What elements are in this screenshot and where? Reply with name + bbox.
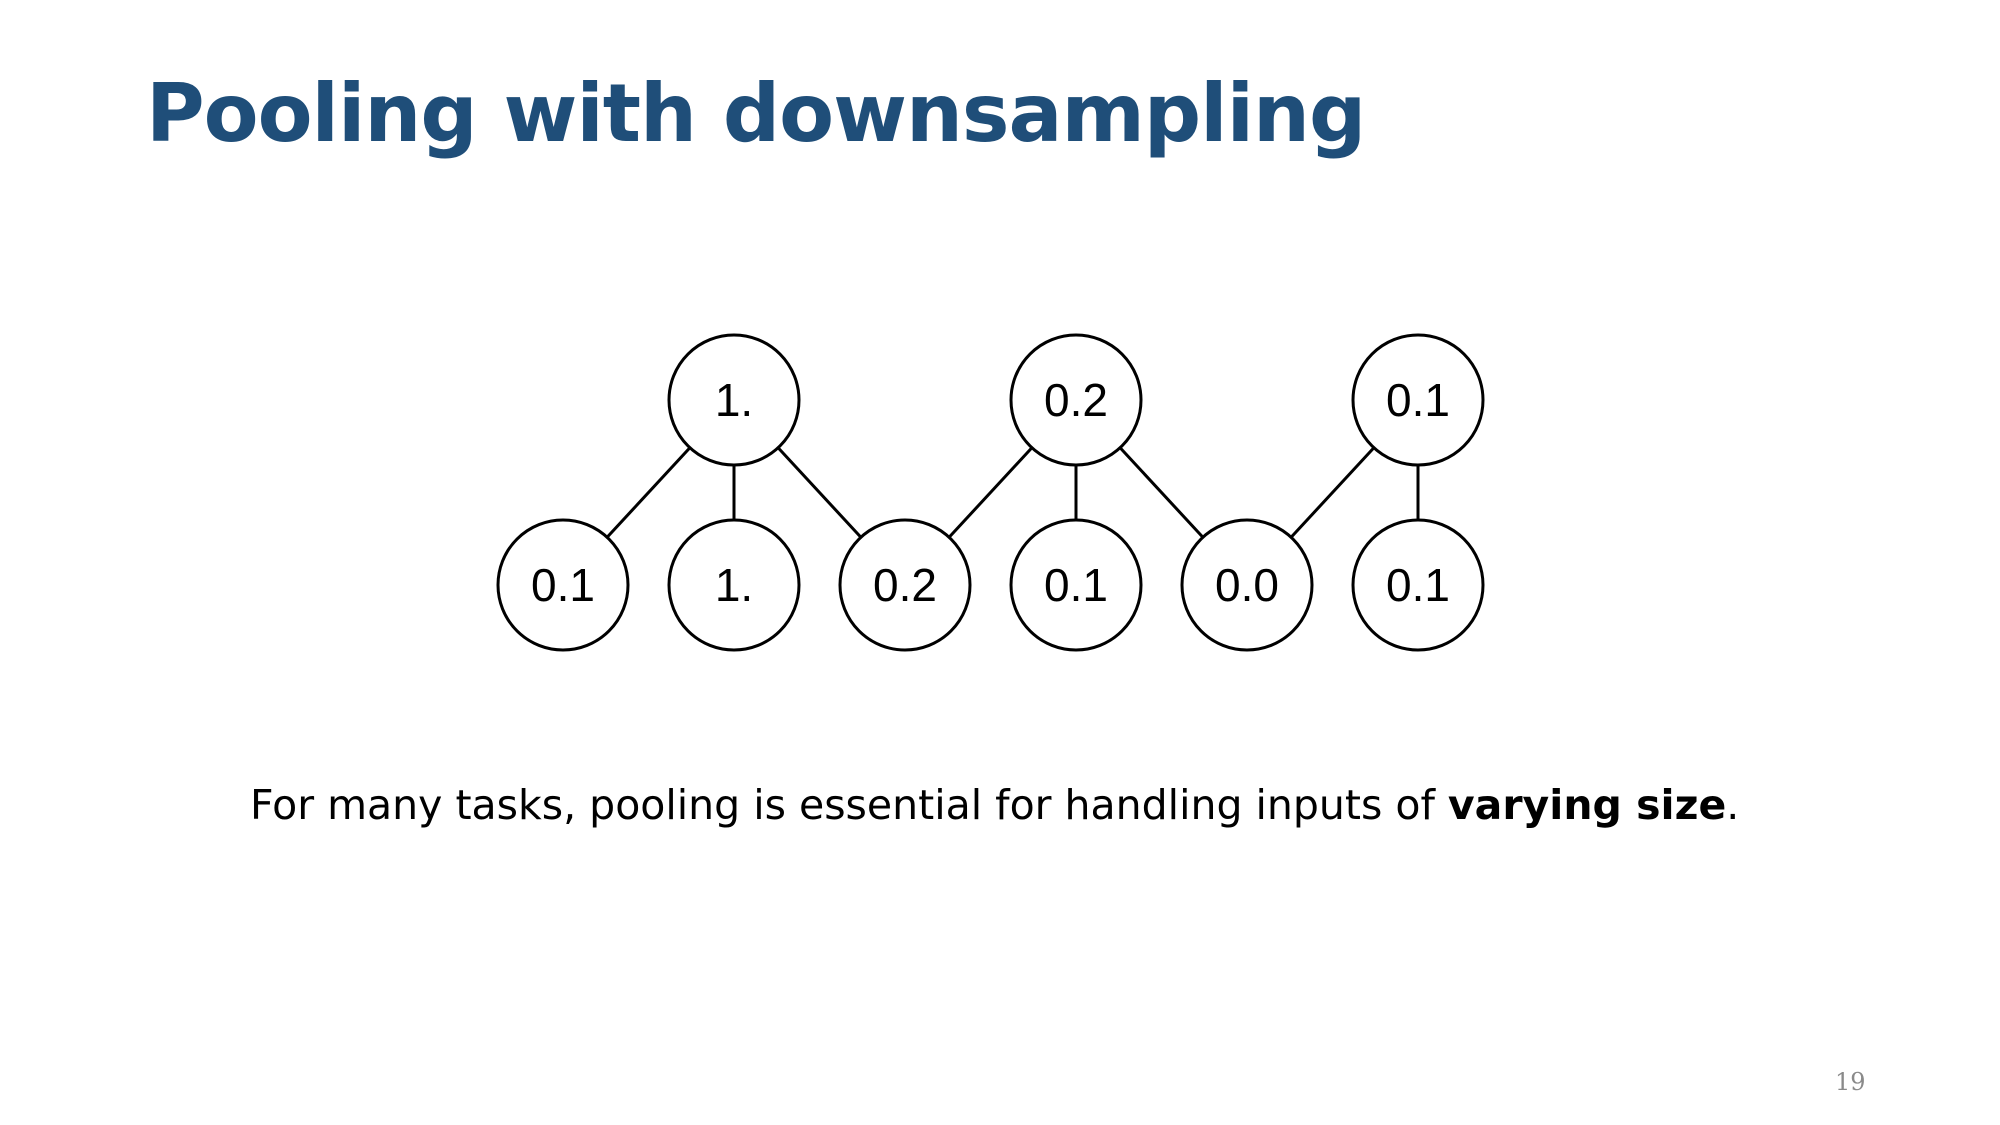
pooled-node-1-label: 0.2: [1044, 374, 1108, 426]
pooled-node-0: 1.: [667, 333, 801, 467]
pooled-node-0-label: 1.: [715, 374, 753, 426]
input-node-4-label: 0.0: [1215, 559, 1279, 611]
edge-pooled-0-input-0: [606, 446, 691, 539]
input-node-3-label: 0.1: [1044, 559, 1108, 611]
edge-pooled-2-input-4: [1290, 446, 1375, 539]
input-node-5-label: 0.1: [1386, 559, 1450, 611]
page-number: 19: [1835, 1068, 1866, 1096]
input-node-2: 0.2: [838, 518, 972, 652]
input-node-2-label: 0.2: [873, 559, 937, 611]
edge-pooled-0-input-2: [777, 446, 862, 539]
pooling-diagram: 1. 0.2 0.1 0.1 1. 0.2 0.1 0.0 0.1: [496, 333, 1485, 652]
edge-pooled-1-input-2: [948, 446, 1033, 539]
edge-pooled-1-input-4: [1119, 446, 1204, 539]
pooled-node-2: 0.1: [1351, 333, 1485, 467]
caption-text: For many tasks, pooling is essential for…: [250, 781, 1448, 829]
input-node-0-label: 0.1: [531, 559, 595, 611]
input-node-0: 0.1: [496, 518, 630, 652]
caption-emphasis: varying size: [1447, 781, 1727, 829]
input-node-5: 0.1: [1351, 518, 1485, 652]
caption: For many tasks, pooling is essential for…: [250, 781, 1739, 829]
input-node-3: 0.1: [1009, 518, 1143, 652]
input-node-1: 1.: [667, 518, 801, 652]
caption-end: .: [1726, 781, 1740, 829]
input-node-4: 0.0: [1180, 518, 1314, 652]
input-node-1-label: 1.: [715, 559, 753, 611]
pooled-node-1: 0.2: [1009, 333, 1143, 467]
pooled-node-2-label: 0.1: [1386, 374, 1450, 426]
